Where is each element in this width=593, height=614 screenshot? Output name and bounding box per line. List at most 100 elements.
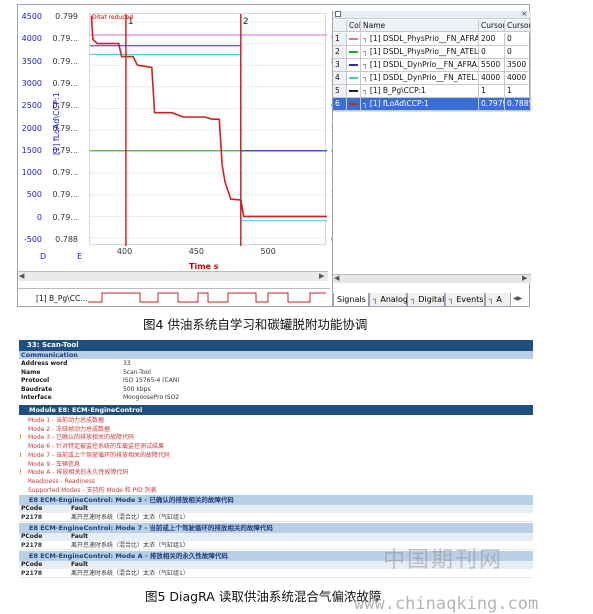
fault-table-header: PCode Fault [19, 505, 533, 513]
mode-link[interactable]: Mode 3 - 已确认的排放相关的故障代码 [28, 434, 134, 442]
info-value: ISO 15765-4 (CAN) [123, 377, 180, 384]
x-axis-tick: 400 [116, 247, 133, 256]
cursor1-value: 5500 [479, 59, 505, 71]
axis-b-tick: 0.79... [52, 101, 78, 111]
pcode-column-header: PCode [21, 561, 43, 568]
tab-a[interactable]: ┐ A [485, 293, 511, 307]
signal-name: [1] DSDL_DynPrio__FN_AFRA... [369, 60, 479, 69]
signal-name: [1] DSDL_PhysPrio__FN_AFRA... [369, 34, 479, 43]
row-color-swatch [347, 33, 361, 45]
fault-section-title[interactable]: E8 ECM-EngineControl: Mode 3 - 已确认的排放相关的… [19, 495, 533, 505]
scroll-right-icon[interactable]: ▶ [522, 274, 527, 282]
axis-a-tick: -500 [23, 235, 42, 244]
table-row[interactable]: 4 ┐ [1] DSDL_DynPrio__FN_ATEL... 4000 4000 [333, 72, 531, 85]
color-line-icon [349, 64, 358, 66]
mode-link[interactable]: Mode 9 - 车辆信息 [28, 461, 80, 469]
x-axis-label: Time s [189, 262, 219, 271]
fault-table-header: PCode Fault [19, 533, 533, 541]
fault-description: 离开怠速时系统（混合比）太浓（气缸组1） [71, 514, 189, 521]
axis-b-tick: 0.79... [52, 168, 78, 178]
axis-a-tick: 1500 [21, 145, 42, 155]
column-header[interactable]: Cursor [479, 20, 505, 31]
tab-analog[interactable]: ┐ Analog [369, 293, 408, 307]
row-number: 1 [333, 33, 347, 45]
axis-b-tick: 0.79... [52, 145, 78, 155]
scroll-right-icon[interactable]: ▶ [319, 272, 324, 280]
row-number: 4 [333, 72, 347, 84]
module-title-bar[interactable]: Module E8: ECM-EngineControl [19, 405, 533, 415]
mode-link[interactable]: Mode A - 排放相关的永久性故障代码 [28, 469, 128, 477]
row-color-swatch [347, 85, 361, 97]
axis-a-tick: 500 [26, 190, 42, 200]
cursor2-value: 3500 [505, 59, 531, 71]
mode-link[interactable]: Mode 6 - 针对特定被监控系统的车载监控测试结果 [28, 443, 164, 451]
scroll-left-icon[interactable]: ◀ [334, 274, 339, 282]
tab-nav-arrows[interactable]: ◀▶ [513, 295, 522, 302]
signal-icon: ┐ [363, 73, 370, 82]
fault-pcode: P2178 [21, 542, 43, 549]
axis-a-tick: 3500 [21, 56, 42, 66]
axis-a-tick: 3000 [21, 78, 42, 88]
figure5-caption: 图5 DiagRA 读取供油系统混合气偏浓故障 [145, 589, 382, 604]
mode-link[interactable]: Supported Modes - 支持的 Mode 和 PID 列表 [28, 487, 157, 495]
fault-description: 离开怠速时系统（混合比）太浓（气缸组1） [71, 570, 189, 577]
panel-icon-a[interactable] [335, 11, 341, 17]
axis-letter-e: E [77, 252, 83, 261]
cursor1-value: 4000 [479, 72, 505, 84]
tab-signals[interactable]: Signals [333, 293, 369, 307]
tab-events[interactable]: ┐ Events [445, 293, 485, 307]
axis-a-tick: 2500 [21, 101, 42, 111]
color-line-icon [349, 103, 358, 105]
info-key: Address word [21, 360, 68, 367]
mode-link[interactable]: Mode 7 - 当前或上个驾驶循环的排放相关的故障代码 [28, 452, 170, 460]
row-name: ┐ [1] fLoAd\CCP:1 [361, 98, 479, 110]
mode-link[interactable]: Mode 2 - 冻结帧动力总成数据 [28, 426, 110, 434]
panel-toolbar: × [333, 9, 531, 19]
panel-close-icon[interactable]: × [521, 9, 528, 18]
report-header-title: 33: Scan-Tool [27, 341, 79, 349]
signal-name: [1] DSDL_DynPrio__FN_ATEL... [369, 73, 479, 82]
plot-area[interactable]: 12 Ditat reduced [89, 13, 327, 246]
info-value: 33 [123, 360, 131, 367]
graph-scrollbar[interactable]: ◀ ▶ [18, 271, 328, 281]
tab-label: A [496, 295, 502, 304]
table-row[interactable]: 5 ┐ [1] B_Pg\CCP:1 1 1 [333, 85, 531, 98]
row-color-swatch [347, 59, 361, 71]
row-name: ┐ [1] DSDL_DynPrio__FN_AFRA... [361, 59, 479, 71]
column-header[interactable]: Colo [347, 20, 361, 31]
pcode-column-header: PCode [21, 505, 43, 512]
row-name: ┐ [1] B_Pg\CCP:1 [361, 85, 479, 97]
tab-label: Signals [337, 295, 366, 304]
mode-link[interactable]: Mode 1 - 当前动力总成数据 [28, 417, 104, 425]
color-line-icon [349, 90, 358, 92]
column-header[interactable] [333, 20, 347, 31]
tab-digital[interactable]: ┐ Digital [407, 293, 445, 307]
cursor2-value: 1 [505, 85, 531, 97]
mode-link[interactable]: Readiness - Readiness [28, 478, 95, 486]
info-row: Interface MongoosePro ISO2 [19, 394, 533, 402]
table-row[interactable]: 6 ┐ [1] fLoAd\CCP:1 0.7979 0.7885 [333, 98, 531, 111]
color-line-icon [349, 38, 358, 40]
row-color-swatch [347, 46, 361, 58]
fault-section-title[interactable]: E8 ECM-EngineControl: Mode 7 - 当前或上个驾驶循环… [19, 523, 533, 533]
table-row[interactable]: 2 ┐ [1] DSDL_PhysPrio__FN_ATEL... 0 0 [333, 46, 531, 59]
column-header[interactable]: Cursor [505, 20, 531, 31]
row-number: 2 [333, 46, 347, 58]
axis-a-tick: 4500 [21, 12, 42, 21]
column-header[interactable]: Name [361, 20, 479, 31]
cursor2-value: 0.7885 [507, 98, 531, 110]
axis-b-tick: 0.788 [55, 235, 78, 244]
table-row[interactable]: 1 ┐ [1] DSDL_PhysPrio__FN_AFRA... 200 0 [333, 33, 531, 46]
table-scrollbar[interactable]: ◀ ▶ [333, 274, 531, 283]
line-chart: 12 [90, 14, 327, 246]
tab-label: Digital [418, 295, 445, 304]
axis-b-tick: 0.79... [52, 78, 78, 88]
axis-b-tick: 0.79... [52, 123, 78, 133]
scroll-left-icon[interactable]: ◀ [19, 272, 24, 280]
watermark-url: www.chinaqking.com [354, 594, 539, 614]
table-row[interactable]: 3 ┐ [1] DSDL_DynPrio__FN_AFRA... 5500 3500 [333, 59, 531, 72]
info-key: Interface [21, 394, 52, 401]
axis-b-tick: 0.799 [55, 12, 78, 21]
row-number: 5 [333, 85, 347, 97]
cursor1-value: 1 [479, 85, 505, 97]
